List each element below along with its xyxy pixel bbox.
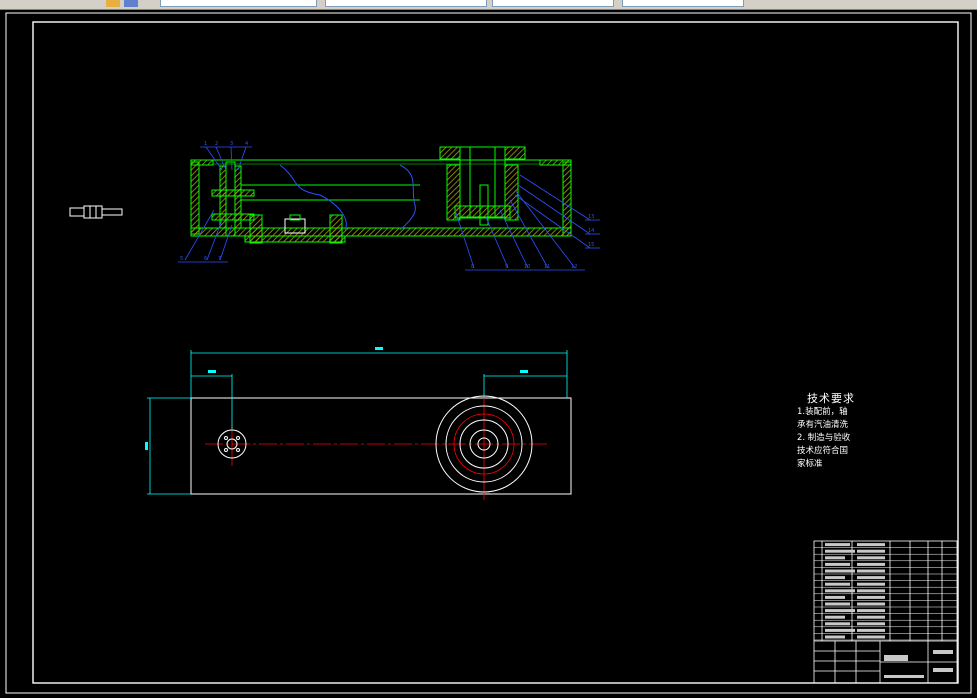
parts-row-text — [857, 549, 885, 553]
parts-row-text — [825, 628, 855, 632]
parts-row-text — [825, 582, 850, 586]
cad-drawing: 1 2 3 4 5 6 7 8 9 10 11 12 13 14 15 — [5, 12, 972, 694]
parts-list-fill — [825, 543, 885, 639]
section-view — [190, 146, 572, 244]
parts-row-text — [857, 569, 885, 573]
parts-row-text — [825, 615, 845, 619]
parts-row-text — [857, 635, 885, 639]
tech-title: 技术要求 — [807, 392, 855, 405]
parts-row-text — [857, 562, 885, 566]
toolbar-icon[interactable] — [124, 0, 138, 7]
balloon-7: 7 — [218, 256, 221, 262]
toolbar-field[interactable] — [325, 0, 487, 7]
toolbar-icon[interactable] — [106, 0, 120, 7]
balloon-1: 1 — [204, 141, 207, 147]
balloon-9: 9 — [505, 264, 508, 270]
drawing-canvas[interactable]: 1 2 3 4 5 6 7 8 9 10 11 12 13 14 15 技术要求… — [0, 10, 977, 698]
parts-list-rows — [814, 547, 957, 641]
balloon-11: 11 — [544, 264, 550, 270]
balloon-13: 13 — [588, 214, 594, 220]
parts-row-text — [825, 635, 845, 639]
shaft-part — [69, 205, 123, 219]
top-view — [190, 395, 572, 500]
balloon-5: 5 — [180, 256, 183, 262]
toolbar-field[interactable] — [160, 0, 317, 7]
toolbar-field[interactable] — [622, 0, 744, 7]
parts-row-text — [857, 628, 885, 632]
parts-row-text — [825, 549, 855, 553]
parts-row-text — [857, 615, 885, 619]
balloon-6: 6 — [204, 256, 207, 262]
tech-line: 承有汽油清洗 — [797, 420, 849, 430]
parts-row-text — [825, 569, 855, 573]
balloon-4: 4 — [245, 141, 248, 147]
balloon-10: 10 — [524, 264, 530, 270]
parts-row-text — [825, 622, 850, 626]
parts-row-text — [825, 602, 850, 606]
tech-line: 技术应符合国 — [797, 446, 849, 456]
parts-row-text — [825, 609, 855, 613]
parts-row-text — [857, 595, 885, 599]
parts-row-text — [825, 562, 850, 566]
parts-row-text — [857, 582, 885, 586]
tech-line: 1.装配前，轴 — [797, 407, 848, 417]
parts-row-text — [857, 576, 885, 580]
parts-row-text — [857, 602, 885, 606]
leader-lines — [184, 146, 591, 269]
inner-frame — [32, 21, 959, 684]
toolbar — [0, 0, 977, 10]
parts-row-text — [857, 556, 885, 560]
parts-row-text — [857, 622, 885, 626]
parts-row-text — [825, 556, 845, 560]
balloon-8: 8 — [471, 264, 474, 270]
balloon-15: 15 — [588, 242, 594, 248]
toolbar-field[interactable] — [492, 0, 614, 7]
balloon-2: 2 — [215, 141, 218, 147]
balloon-12: 12 — [571, 264, 577, 270]
parts-row-text — [825, 589, 855, 593]
balloon-14: 14 — [588, 228, 594, 234]
parts-row-text — [825, 543, 850, 547]
tech-line: 2. 制造与验收 — [797, 433, 851, 443]
parts-row-text — [857, 589, 885, 593]
parts-row-text — [857, 543, 885, 547]
parts-row-text — [825, 595, 845, 599]
technical-requirements: 技术要求 1.装配前，轴 承有汽油清洗 2. 制造与验收 技术应符合国 家标准 — [797, 390, 855, 471]
tech-line: 家标准 — [797, 459, 823, 469]
parts-row-text — [857, 609, 885, 613]
parts-row-text — [825, 576, 845, 580]
balloon-3: 3 — [230, 141, 233, 147]
